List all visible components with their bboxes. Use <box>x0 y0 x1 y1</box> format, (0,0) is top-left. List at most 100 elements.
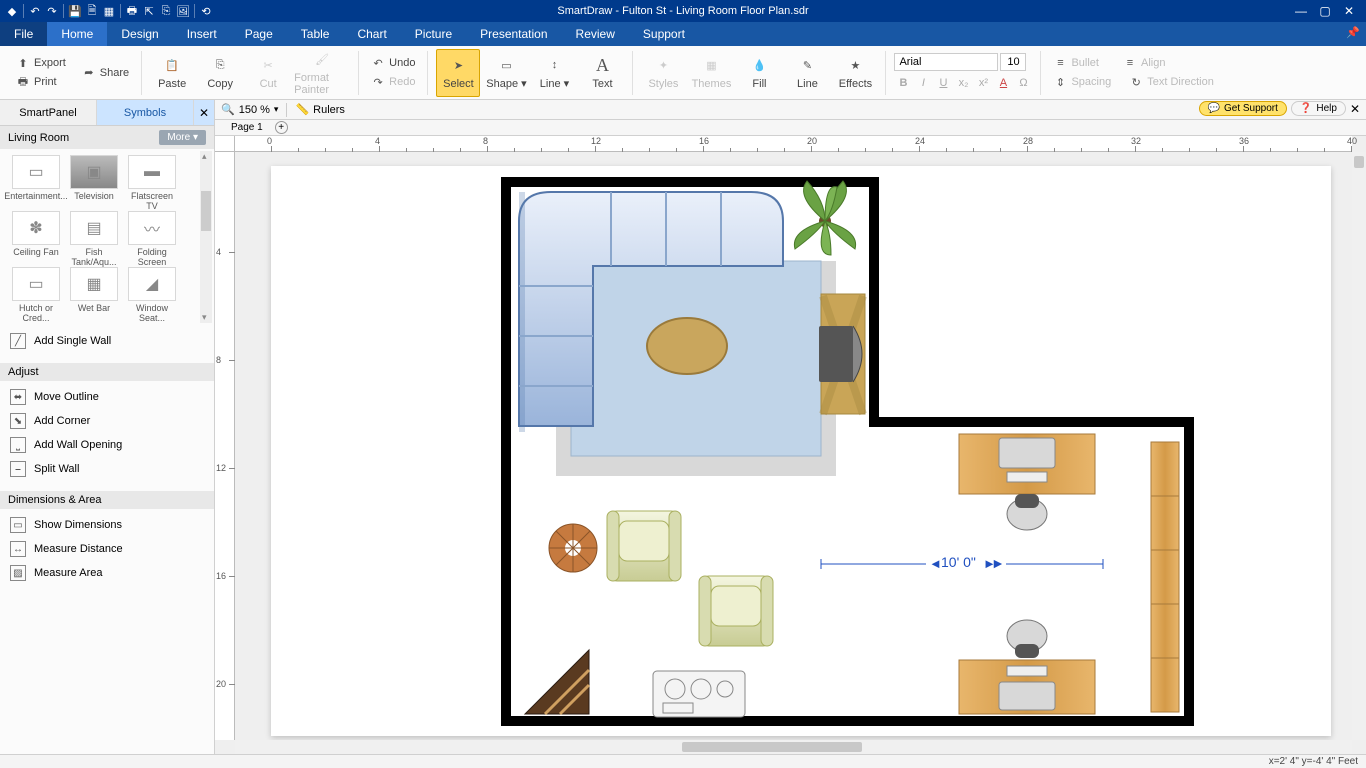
add-page-button[interactable]: + <box>275 121 288 134</box>
drawing-viewport[interactable]: ◄ ► ◄ ► <box>235 152 1352 740</box>
symbol-ceiling-fan[interactable]: ✽Ceiling Fan <box>10 211 62 267</box>
content-area: SmartPanel Symbols ✕ Living Room More ▾ … <box>0 100 1366 754</box>
italic-button[interactable]: I <box>914 74 932 92</box>
text-direction-icon: ↻ <box>1129 76 1143 89</box>
app-icon[interactable]: ◆ <box>4 3 20 19</box>
unpin-ribbon-icon[interactable]: 📌 <box>1346 26 1360 39</box>
help-button[interactable]: ❓Help <box>1291 101 1346 116</box>
shape-icon: ▭ <box>495 55 517 75</box>
tab-table[interactable]: Table <box>287 22 344 46</box>
print-qat-icon[interactable]: 🖶 <box>124 3 140 19</box>
fill-icon: 💧 <box>748 56 770 76</box>
align-button[interactable]: ≡Align <box>1119 54 1169 72</box>
zoom-dropdown-icon[interactable]: ▾ <box>274 104 279 115</box>
symbol-flatscreen-tv[interactable]: ▬Flatscreen TV <box>126 155 178 211</box>
drawing-page[interactable]: ◄ ► ◄ ► <box>271 166 1331 736</box>
get-support-button[interactable]: 💬Get Support <box>1199 101 1287 116</box>
tab-symbols[interactable]: Symbols <box>97 100 194 125</box>
fill-button[interactable]: 💧Fill <box>737 49 781 97</box>
rulers-toggle[interactable]: 📏 Rulers <box>295 103 345 116</box>
pdf-icon[interactable]: ⎘ <box>158 3 174 19</box>
superscript-button[interactable]: x² <box>974 74 992 92</box>
paste-button[interactable]: 📋Paste <box>150 49 194 97</box>
horizontal-ruler[interactable]: 0481216202428323640 <box>235 136 1352 152</box>
close-panel-button[interactable]: ✕ <box>194 100 214 125</box>
refresh-icon[interactable]: ⟲ <box>198 3 214 19</box>
add-corner-button[interactable]: ⬊Add Corner <box>0 409 214 433</box>
chat-icon: 💬 <box>1208 103 1220 114</box>
symbol-window-seat[interactable]: ◢Window Seat... <box>126 267 178 323</box>
text-direction-button[interactable]: ↻Text Direction <box>1125 73 1218 91</box>
add-single-wall-button[interactable]: ╱Add Single Wall <box>0 329 214 353</box>
line-style-button[interactable]: ✎Line <box>785 49 829 97</box>
copy-button[interactable]: ⎘Copy <box>198 49 242 97</box>
export-qat-icon[interactable]: ⇱ <box>141 3 157 19</box>
minimize-button[interactable]: — <box>1292 3 1310 19</box>
symbol-hutch[interactable]: ▭Hutch or Cred... <box>10 267 62 323</box>
symbol-television[interactable]: ▣Television <box>68 155 120 211</box>
format-painter-button[interactable]: 🖌Format Painter <box>294 49 350 97</box>
img-icon[interactable]: 🖼 <box>175 3 191 19</box>
tab-page[interactable]: Page <box>231 22 287 46</box>
undo-qat-icon[interactable]: ↶ <box>27 3 43 19</box>
shape-tool-button[interactable]: ▭Shape ▾ <box>484 49 528 97</box>
bullet-button[interactable]: ≡Bullet <box>1049 54 1103 72</box>
spacing-button[interactable]: ⇕Spacing <box>1049 73 1115 91</box>
save-icon[interactable]: 💾 <box>67 3 83 19</box>
symbol-folding-screen[interactable]: 〰Folding Screen <box>126 211 178 267</box>
split-wall-button[interactable]: ⎯Split Wall <box>0 457 214 481</box>
redo-qat-icon[interactable]: ↷ <box>44 3 60 19</box>
new-icon[interactable]: ▦ <box>101 3 117 19</box>
line-tool-button[interactable]: ↕Line ▾ <box>532 49 576 97</box>
share-button[interactable]: ➦Share <box>78 64 133 82</box>
themes-button[interactable]: ▦Themes <box>689 49 733 97</box>
font-name-input[interactable] <box>894 53 998 71</box>
close-viewbar-button[interactable]: ✕ <box>1350 102 1360 116</box>
tab-presentation[interactable]: Presentation <box>466 22 561 46</box>
measure-area-button[interactable]: ▨Measure Area <box>0 561 214 585</box>
tab-file[interactable]: File <box>0 22 47 46</box>
close-button[interactable]: ✕ <box>1340 3 1358 19</box>
tab-picture[interactable]: Picture <box>401 22 466 46</box>
symbol-button[interactable]: Ω <box>1014 74 1032 92</box>
text-icon: A <box>591 56 613 76</box>
underline-button[interactable]: U <box>934 74 952 92</box>
undo-button[interactable]: ↶Undo <box>367 54 419 72</box>
saveas-icon[interactable]: 🗎 <box>84 3 100 19</box>
vertical-scrollbar[interactable] <box>1352 152 1366 740</box>
tab-insert[interactable]: Insert <box>173 22 231 46</box>
tab-support[interactable]: Support <box>629 22 699 46</box>
zoom-icon[interactable]: 🔍 <box>221 103 235 116</box>
horizontal-scrollbar[interactable] <box>235 740 1352 754</box>
tab-smartpanel[interactable]: SmartPanel <box>0 100 97 125</box>
measure-distance-button[interactable]: ↔Measure Distance <box>0 537 214 561</box>
export-button[interactable]: ⬆Export <box>12 54 70 72</box>
tab-design[interactable]: Design <box>107 22 172 46</box>
subscript-button[interactable]: x₂ <box>954 74 972 92</box>
bold-button[interactable]: B <box>894 74 912 92</box>
font-color-button[interactable]: A <box>994 74 1012 92</box>
select-tool-button[interactable]: ➤Select <box>436 49 480 97</box>
move-outline-button[interactable]: ⬌Move Outline <box>0 385 214 409</box>
symbol-scrollbar[interactable]: ▾▴ <box>200 151 212 323</box>
add-wall-opening-button[interactable]: ⎵Add Wall Opening <box>0 433 214 457</box>
tab-home[interactable]: Home <box>47 22 107 46</box>
symbol-wet-bar[interactable]: ▦Wet Bar <box>68 267 120 323</box>
symbol-fish-tank[interactable]: ▤Fish Tank/Aqu... <box>68 211 120 267</box>
tab-chart[interactable]: Chart <box>343 22 400 46</box>
symbol-entertainment[interactable]: ▭Entertainment... <box>10 155 62 211</box>
page-label[interactable]: Page 1 <box>231 122 263 133</box>
effects-button[interactable]: ★Effects <box>833 49 877 97</box>
show-dimensions-button[interactable]: ▭Show Dimensions <box>0 513 214 537</box>
text-tool-button[interactable]: AText <box>580 49 624 97</box>
vertical-ruler[interactable]: 48121620 <box>215 152 235 740</box>
more-symbols-button[interactable]: More ▾ <box>159 130 206 145</box>
font-size-input[interactable] <box>1000 53 1026 71</box>
maximize-button[interactable]: ▢ <box>1316 3 1334 19</box>
redo-button[interactable]: ↷Redo <box>367 73 419 91</box>
styles-button[interactable]: ✦Styles <box>641 49 685 97</box>
print-button[interactable]: 🖶Print <box>12 73 70 91</box>
zoom-level[interactable]: 150 % <box>239 104 270 116</box>
tab-review[interactable]: Review <box>562 22 629 46</box>
cut-button[interactable]: ✂Cut <box>246 49 290 97</box>
